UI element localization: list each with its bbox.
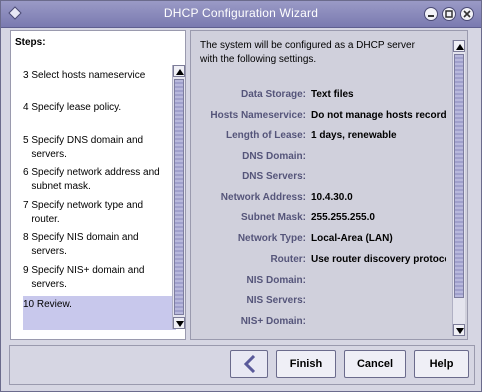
- review-panel: The system will be configured as a DHCP …: [190, 30, 468, 340]
- review-intro-text: The system will be configured as a DHCP …: [200, 40, 415, 65]
- step-item[interactable]: 8 Specify NIS domain and servers.: [23, 231, 173, 259]
- back-button[interactable]: [230, 350, 268, 378]
- field-value: Text files: [311, 89, 354, 100]
- field-value: Do not manage hosts records: [311, 110, 446, 121]
- step-item[interactable]: 3 Select hosts nameservice: [23, 69, 173, 83]
- back-arrow-icon: [243, 355, 256, 373]
- scroll-up-button[interactable]: [173, 65, 185, 77]
- field-label: NIS Servers:: [246, 295, 306, 306]
- step-item[interactable]: 4 Specify lease policy.: [23, 101, 173, 115]
- field-label: Subnet Mask:: [240, 212, 306, 223]
- field-label: DNS Servers:: [242, 171, 306, 182]
- field-label: Router:: [270, 254, 306, 265]
- window-title: DHCP Configuration Wizard: [163, 6, 319, 20]
- scroll-up-button[interactable]: [453, 40, 465, 52]
- field-label: NIS+ Domain:: [240, 316, 306, 327]
- steps-heading: Steps:: [15, 37, 46, 48]
- steps-panel: Steps: 3 Select hosts nameservice 4 Spec…: [10, 30, 186, 340]
- field-label: Data Storage:: [240, 89, 306, 100]
- scroll-down-button[interactable]: [173, 317, 185, 329]
- field-label: NIS Domain:: [246, 275, 306, 286]
- field-label: Length of Lease:: [225, 130, 306, 141]
- field-label: Network Type:: [237, 233, 306, 244]
- step-item[interactable]: 5 Specify DNS domain and servers.: [23, 134, 173, 162]
- step-item[interactable]: 9 Specify NIS+ domain and servers.: [23, 264, 173, 292]
- scroll-down-button[interactable]: [453, 324, 465, 336]
- step-item-active[interactable]: 10 Review.: [23, 296, 176, 330]
- scroll-thumb[interactable]: [454, 54, 464, 298]
- steps-scrollbar[interactable]: [172, 65, 185, 329]
- title-bar[interactable]: DHCP Configuration Wizard: [1, 1, 481, 28]
- field-label: Hosts Nameservice:: [210, 110, 306, 121]
- minimize-button[interactable]: [424, 7, 438, 21]
- field-label: Network Address:: [220, 192, 306, 203]
- close-button[interactable]: [460, 7, 474, 21]
- review-scrollbar[interactable]: [452, 40, 465, 336]
- wizard-window: DHCP Configuration Wizard Steps: 3 Selec…: [0, 0, 482, 392]
- field-value: 1 days, renewable: [311, 130, 397, 141]
- step-item[interactable]: 6 Specify network address and subnet mas…: [23, 166, 173, 194]
- finish-button[interactable]: Finish: [276, 350, 336, 378]
- field-value: 255.255.255.0: [311, 212, 375, 223]
- cancel-button[interactable]: Cancel: [344, 350, 406, 378]
- scroll-thumb[interactable]: [174, 79, 184, 315]
- step-item[interactable]: 7 Specify network type and router.: [23, 199, 173, 227]
- field-value: Local-Area (LAN): [311, 233, 393, 244]
- field-label: DNS Domain:: [242, 151, 306, 162]
- field-value: 10.4.30.0: [311, 192, 353, 203]
- maximize-button[interactable]: [442, 7, 456, 21]
- field-value: Use router discovery protocol: [311, 254, 446, 265]
- help-button[interactable]: Help: [414, 350, 469, 378]
